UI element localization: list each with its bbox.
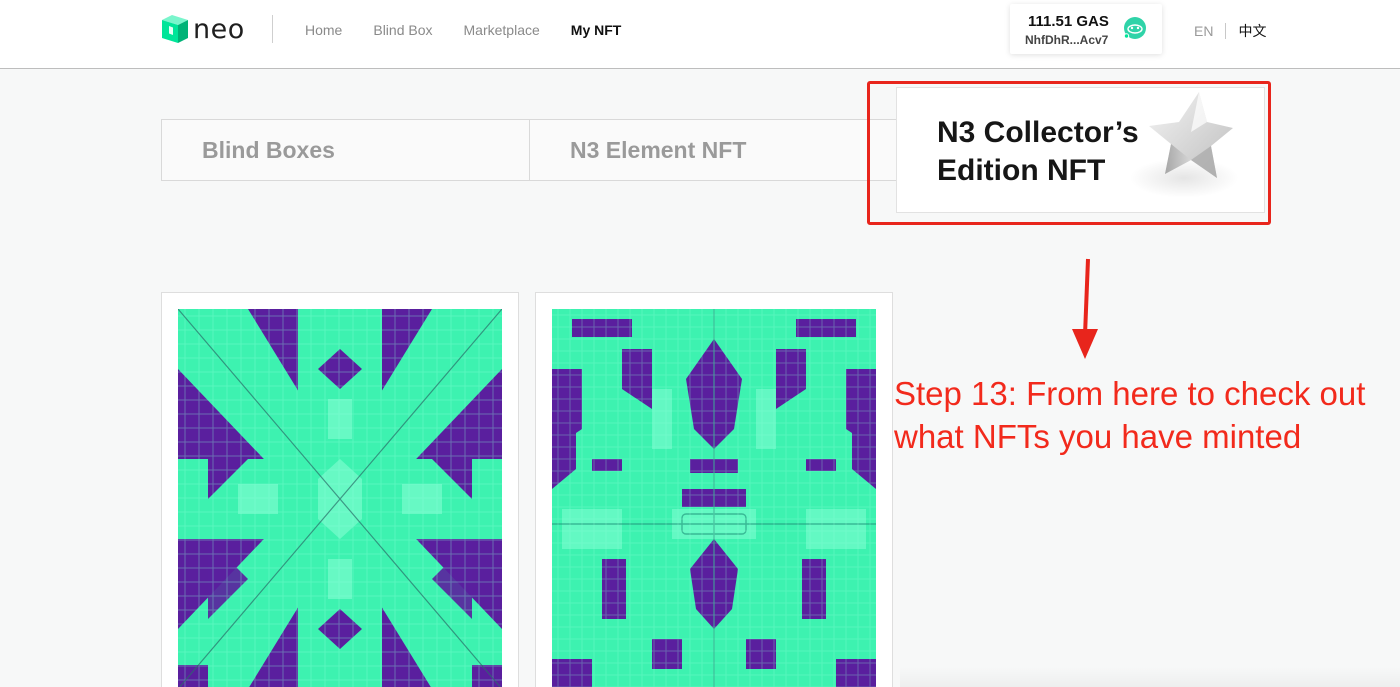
- lang-zh[interactable]: 中文: [1238, 21, 1266, 41]
- nft-tab-bar: Blind Boxes N3 Element NFT: [161, 119, 896, 181]
- nav-marketplace[interactable]: Marketplace: [464, 21, 540, 39]
- highlight-box: [867, 81, 1271, 225]
- tab-n3-element-nft[interactable]: N3 Element NFT: [530, 120, 897, 180]
- lang-divider: [1225, 23, 1227, 39]
- nav-blind-box[interactable]: Blind Box: [373, 21, 432, 39]
- nav-home[interactable]: Home: [305, 21, 342, 39]
- main-nav: Home Blind Box Marketplace My NFT: [305, 21, 652, 39]
- wallet-widget[interactable]: 111.51 GAS NhfDhR...Acv7: [1010, 4, 1162, 54]
- tutorial-annotation: Step 13: From here to check out what NFT…: [894, 375, 1366, 455]
- language-switch: EN 中文: [1194, 21, 1266, 41]
- nft-artwork: [178, 309, 502, 687]
- lang-en[interactable]: EN: [1194, 23, 1213, 39]
- nft-card[interactable]: [535, 292, 893, 687]
- arrow-down-icon: [1072, 258, 1098, 359]
- wallet-balance: 111.51 GAS: [1028, 13, 1109, 30]
- tab-blind-boxes[interactable]: Blind Boxes: [162, 120, 530, 180]
- header-divider: [272, 15, 273, 43]
- bottom-shadow: [900, 667, 1400, 687]
- nft-card[interactable]: [161, 292, 519, 687]
- neo-logo-icon: [162, 15, 188, 43]
- wallet-address: NhfDhR...Acv7: [1025, 33, 1109, 47]
- wallet-avatar-icon: [1123, 17, 1146, 39]
- neo-logo[interactable]: neo: [160, 12, 245, 46]
- logo-text: neo: [193, 13, 245, 45]
- nav-my-nft[interactable]: My NFT: [571, 21, 622, 39]
- nft-artwork: [552, 309, 876, 687]
- top-header: neo Home Blind Box Marketplace My NFT 11…: [0, 0, 1400, 69]
